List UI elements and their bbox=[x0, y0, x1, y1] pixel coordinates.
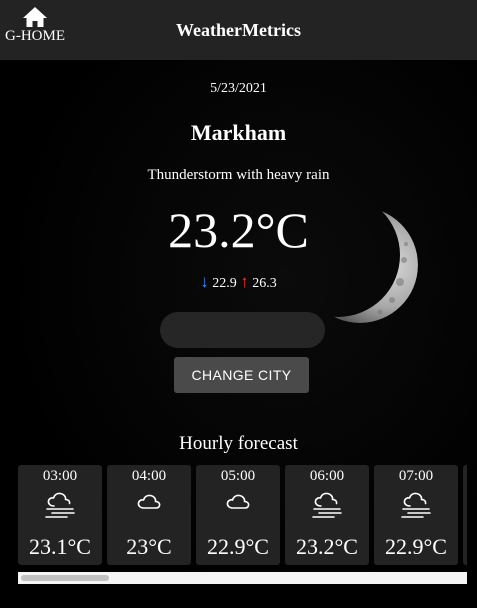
city-name: Markham bbox=[190, 120, 287, 145]
hourly-time: 03:00 bbox=[42, 468, 78, 484]
hourly-time: 05:00 bbox=[220, 468, 256, 484]
hourly-forecast-title: Hourly forecast bbox=[179, 433, 298, 454]
hourly-card[interactable]: 08:00 bbox=[463, 465, 467, 565]
cloud-icon bbox=[107, 489, 191, 521]
hourly-time: 04:00 bbox=[131, 468, 167, 484]
hourly-forecast-list[interactable]: 03:00 23.1°C 04:00 23°C 05:00 22.9°C 06:00 23.2… bbox=[18, 465, 467, 565]
city-input[interactable] bbox=[160, 312, 325, 348]
top-bar: G-HOME WeatherMetrics bbox=[0, 0, 477, 61]
current-temperature: 23.2°C bbox=[168, 202, 309, 258]
hourly-time: 07:00 bbox=[398, 468, 434, 484]
hourly-time: 06:00 bbox=[309, 468, 345, 484]
hourly-card[interactable]: 05:00 22.9°C bbox=[196, 465, 280, 565]
hourly-time: 08:00 bbox=[463, 468, 467, 485]
weather-condition: Thunderstorm with heavy rain bbox=[147, 167, 330, 183]
hourly-temperature: 22.9°C bbox=[385, 534, 447, 559]
date: 5/23/2021 bbox=[210, 81, 267, 96]
hourly-temperature: 23.1°C bbox=[29, 534, 91, 559]
cloud-icon bbox=[463, 489, 467, 521]
hourly-card[interactable]: 04:00 23°C bbox=[107, 465, 191, 565]
hourly-temperature: 23°C bbox=[126, 534, 172, 559]
horizontal-scrollbar[interactable] bbox=[18, 572, 467, 584]
min-max-temperature: ↓ 22.9 ↑ 26.3 bbox=[0, 272, 477, 292]
hourly-temperature: 22.9°C bbox=[207, 534, 269, 559]
cloud-fog-icon bbox=[285, 489, 369, 521]
min-temperature: 22.9 bbox=[212, 276, 237, 291]
app-title: WeatherMetrics bbox=[176, 20, 301, 40]
hourly-temperature: 23.2°C bbox=[296, 534, 358, 559]
hourly-card[interactable]: 03:00 23.1°C bbox=[18, 465, 102, 565]
scrollbar-thumb[interactable] bbox=[21, 575, 109, 581]
cloud-fog-icon bbox=[374, 489, 458, 521]
change-city-button[interactable]: CHANGE CITY bbox=[174, 357, 309, 393]
max-temperature: 26.3 bbox=[252, 276, 277, 291]
hourly-card[interactable]: 06:00 23.2°C bbox=[285, 465, 369, 565]
arrow-down-icon: ↓ bbox=[200, 272, 209, 291]
arrow-up-icon: ↑ bbox=[240, 272, 249, 291]
cloud-icon bbox=[196, 489, 280, 521]
cloud-fog-icon bbox=[18, 489, 102, 521]
weather-panel: 5/23/2021 Markham Thunderstorm with heav… bbox=[0, 60, 477, 608]
hourly-card[interactable]: 07:00 22.9°C bbox=[374, 465, 458, 565]
